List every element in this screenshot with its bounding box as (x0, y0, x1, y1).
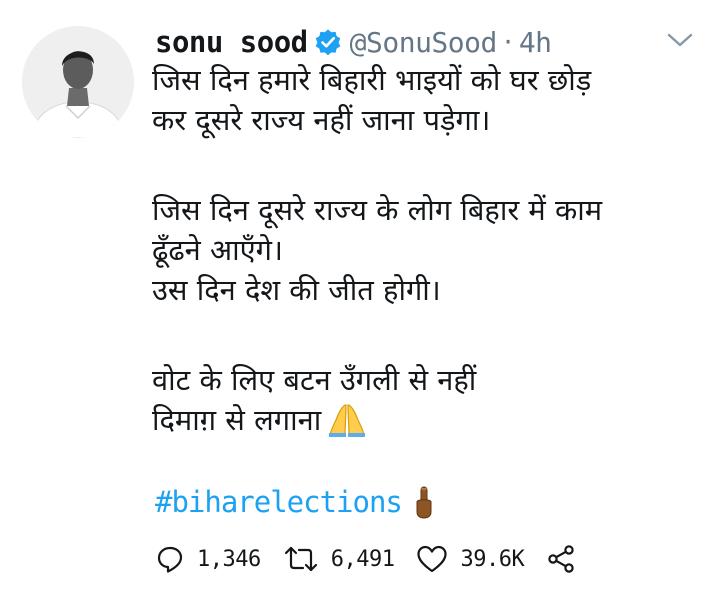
tweet-text-line: वोट के लिए बटन उँगली से नहीं (152, 363, 477, 397)
avatar[interactable] (22, 26, 134, 138)
retweet-action[interactable]: 6,491 (283, 544, 395, 574)
separator-dot: · (500, 28, 515, 56)
share-action[interactable] (546, 544, 576, 574)
author-handle[interactable]: @SonuSood (350, 26, 498, 59)
reply-count: 1,346 (197, 546, 261, 572)
display-name[interactable]: sonu sood (155, 25, 308, 59)
tweet-header: sonu sood @SonuSood · 4h (155, 20, 552, 64)
retweet-count: 6,491 (330, 546, 395, 572)
timestamp[interactable]: 4h (519, 26, 552, 59)
tweet-card[interactable]: sonu sood @SonuSood · 4h जिस दिन हमारे ब… (0, 0, 720, 595)
tweet-text-line: उस दिन देश की जीत होगी। (152, 273, 441, 307)
share-icon[interactable] (546, 544, 576, 574)
reply-icon[interactable] (155, 544, 185, 574)
tweet-text-line: कर दूसरे राज्य नहीं जाना पड़ेगा। (152, 103, 491, 137)
tweet-text-line: जिस दिन दूसरे राज्य के लोग बिहार में काम (152, 193, 603, 227)
verified-badge-icon (314, 28, 342, 56)
folded-hands-emoji-icon (327, 402, 367, 438)
like-count: 39.6K (460, 546, 525, 572)
chevron-down-icon[interactable] (666, 30, 694, 50)
index-pointing-up-emoji-icon (414, 485, 434, 519)
profile-photo-icon (22, 26, 134, 138)
hashtag-row: #biharelections (155, 480, 434, 524)
retweet-icon[interactable] (283, 544, 319, 574)
tweet-text-line: दिमाग़ से लगाना (152, 403, 322, 437)
tweet-text-line: जिस दिन हमारे बिहारी भाइयों को घर छोड़ (152, 63, 592, 97)
hashtag-link[interactable]: #biharelections (155, 485, 403, 519)
tweet-text-line-with-emoji: दिमाग़ से लगाना (152, 400, 712, 440)
reply-action[interactable]: 1,346 (155, 544, 261, 574)
tweet-text: जिस दिन हमारे बिहारी भाइयों को घर छोड़ क… (152, 60, 712, 440)
heart-icon[interactable] (416, 544, 448, 574)
tweet-actions: 1,346 6,491 39.6K (155, 539, 598, 579)
like-action[interactable]: 39.6K (416, 544, 525, 574)
tweet-text-line: ढूँढने आएँगे। (152, 233, 283, 267)
